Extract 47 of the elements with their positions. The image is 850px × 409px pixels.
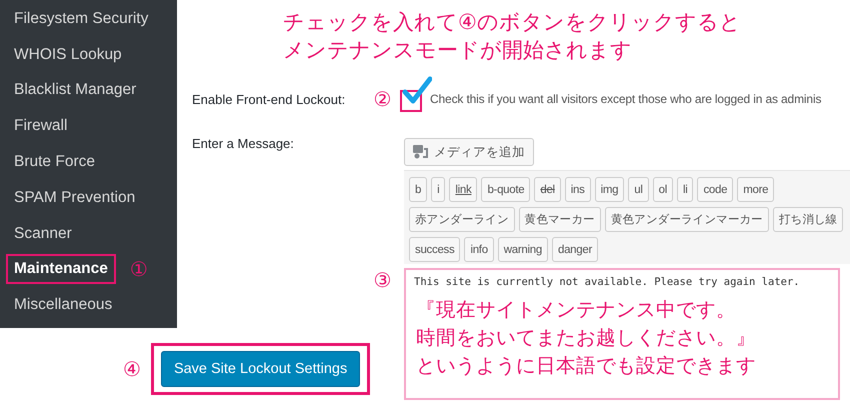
sidebar-item[interactable]: Maintenance — [6, 254, 116, 284]
sidebar-item[interactable]: Filesystem Security — [6, 4, 156, 34]
annotation-text: 『現在サイトメンテナンス中です。 — [416, 297, 737, 323]
field-value: This site is currently not available. Please try again later. — [414, 276, 801, 288]
quicktag-button[interactable]: i — [431, 177, 446, 202]
quicktag-button[interactable]: ol — [652, 177, 673, 202]
sidebar-item[interactable]: SPAM Prevention — [6, 182, 144, 213]
sidebar-item[interactable]: Firewall — [6, 111, 76, 142]
quicktag-button[interactable]: code — [697, 177, 734, 202]
field-label: Enter a Message: — [192, 136, 294, 150]
instruction-text: チェックを入れて④のボタンをクリックすると — [283, 9, 742, 36]
sidebar-item[interactable]: Blacklist Manager — [6, 75, 144, 106]
quicktag-button[interactable]: more — [737, 177, 774, 202]
quicktag-button[interactable]: 黄色アンダーラインマーカー — [604, 207, 769, 232]
quicktag-button[interactable]: ins — [564, 177, 591, 202]
step-number: ③ — [374, 268, 392, 292]
sidebar-item[interactable]: Scanner — [6, 218, 80, 249]
annotation-text: 時間をおいてまたお越しください。』 — [416, 325, 757, 351]
quicktag-button[interactable]: b-quote — [481, 177, 530, 202]
media-icon — [413, 145, 429, 159]
sidebar-item[interactable]: Brute Force — [6, 147, 103, 178]
annotation-text: というように日本語でも設定できます — [416, 353, 757, 379]
quicktag-button[interactable]: 打ち消し線 — [772, 207, 844, 232]
quicktag-button[interactable]: li — [676, 177, 694, 202]
field-label: Enable Front-end Lockout: — [192, 92, 346, 106]
check-mark-icon — [402, 76, 432, 106]
quicktag-button[interactable]: danger — [552, 237, 598, 262]
sidebar-item[interactable]: WHOIS Lookup — [6, 40, 130, 70]
message-field[interactable]: This site is currently not available. Please try again later. 『現在サイトメンテナンス中です。 時間をおいてまたお越しください。』 というように日本語でも設定できます — [404, 268, 840, 400]
quicktag-button[interactable]: info — [464, 237, 494, 262]
quicktag-button[interactable]: 赤アンダーライン — [409, 207, 515, 232]
save-button[interactable]: Save Site Lockout Settings — [160, 350, 360, 386]
quicktag-button[interactable]: link — [449, 177, 478, 202]
instruction-text: メンテナンスモードが開始されます — [283, 37, 633, 64]
step-number: ② — [374, 87, 392, 111]
step-number: ④ — [123, 356, 141, 380]
add-media-button[interactable]: メディアを追加 — [404, 138, 534, 166]
quicktag-button[interactable]: 黄色マーカー — [518, 207, 601, 232]
sidebar-item[interactable]: Miscellaneous — [6, 290, 120, 320]
quicktag-button[interactable]: img — [594, 177, 624, 202]
quicktag-button[interactable]: b — [409, 177, 428, 202]
description-text: Check this if you want all visitors except those who are logged in as adminis — [430, 92, 822, 106]
quicktag-button[interactable]: ul — [628, 177, 649, 202]
quicktag-button[interactable]: warning — [498, 237, 548, 262]
quicktag-button[interactable]: success — [409, 237, 460, 262]
quicktag-button[interactable]: del — [534, 177, 561, 202]
step-number: ① — [130, 257, 148, 282]
